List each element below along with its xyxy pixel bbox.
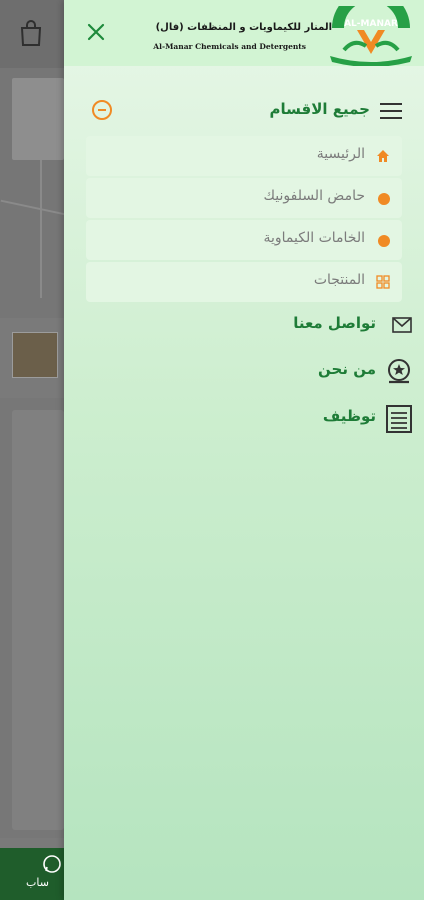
background-card [12, 78, 64, 160]
logo-text: AL-MANAR [344, 19, 398, 29]
sub-item-label: المنتجات [313, 272, 365, 288]
nav-item-about-us[interactable]: من نحن [64, 354, 424, 388]
close-icon [87, 23, 105, 41]
grid-icon [376, 275, 390, 289]
brand-logo[interactable]: AL-MANAR [324, 6, 418, 66]
close-button[interactable] [84, 21, 108, 45]
mail-icon [392, 317, 412, 333]
badge-icon [388, 359, 410, 384]
navigation-drawer: المنار للكيماويات و المنظفات (فال) Al-Ma… [64, 0, 424, 900]
background-panel [12, 410, 64, 830]
sub-item-label: حامض السلفونيك [263, 188, 365, 204]
shopping-bag-icon [20, 20, 42, 46]
collapse-button[interactable] [92, 100, 112, 120]
background-product-thumbnail [12, 332, 58, 378]
home-icon [377, 150, 389, 162]
whatsapp-label: ساب [26, 876, 49, 889]
sub-item-sulfonic-acid[interactable]: حامض السلفونيك [86, 178, 402, 218]
dot-icon [378, 235, 390, 247]
sub-item-label: الرئيسية [316, 146, 365, 162]
list-icon [386, 405, 412, 433]
sub-item-home[interactable]: الرئيسية [86, 136, 402, 176]
brand-name-arabic: المنار للكيماويات و المنظفات (فال) [155, 22, 332, 33]
nav-item-label: تواصل معنا [293, 314, 376, 332]
nav-item-label: من نحن [318, 360, 376, 378]
drawer-header: المنار للكيماويات و المنظفات (فال) Al-Ma… [64, 0, 424, 66]
section-title[interactable]: جميع الاقسام [270, 100, 370, 118]
whatsapp-icon [43, 855, 61, 873]
nav-item-label: توظيف [322, 407, 376, 425]
nav-item-jobs[interactable]: توظيف [64, 402, 424, 436]
menu-icon [380, 103, 402, 120]
brand-name-english: Al-Manar Chemicals and Detergents [153, 42, 306, 51]
sub-item-products[interactable]: المنتجات [86, 262, 402, 302]
dot-icon [378, 193, 390, 205]
sub-item-label: الخامات الكيماوية [263, 230, 366, 246]
sub-item-chemical-materials[interactable]: الخامات الكيماوية [86, 220, 402, 260]
nav-item-contact-us[interactable]: تواصل معنا [64, 310, 424, 340]
